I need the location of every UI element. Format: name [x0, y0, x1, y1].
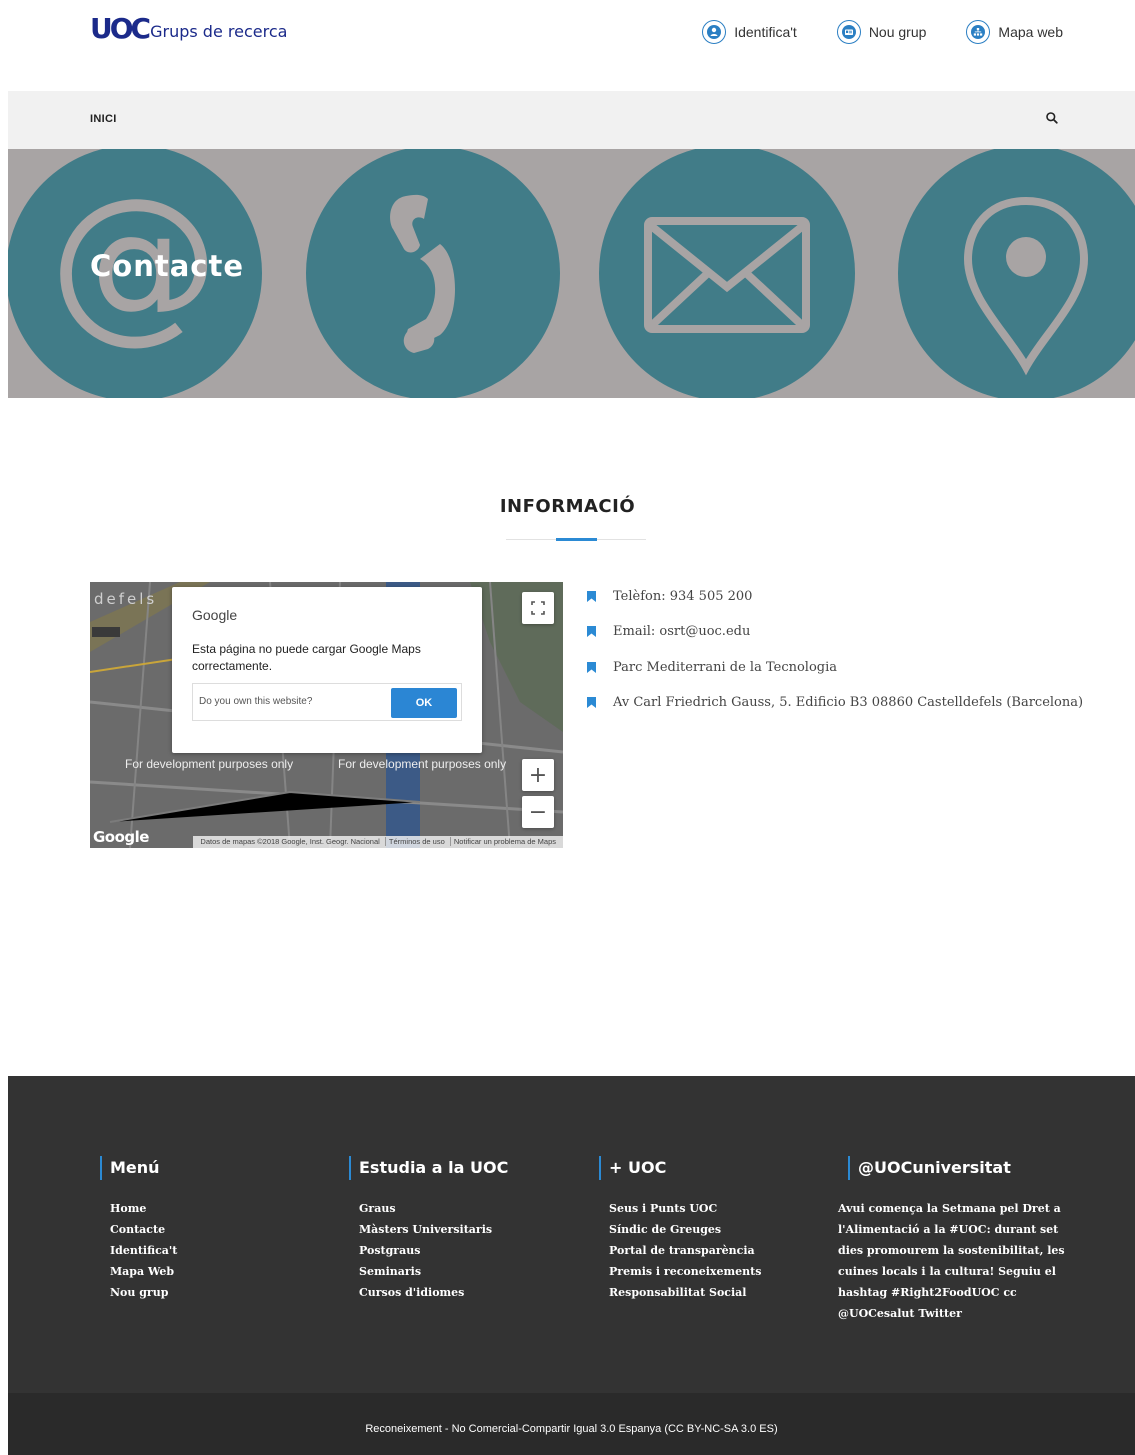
footer-link[interactable]: Graus: [359, 1198, 508, 1219]
dialog-question-box: Do you own this website? OK: [192, 683, 462, 721]
map-error-dialog: Google Esta página no puede cargar Googl…: [172, 587, 482, 753]
user-icon: [702, 20, 727, 44]
top-links: Identifica't Nou grup Mapa web: [702, 20, 1063, 44]
footer-link[interactable]: Portal de transparència: [609, 1240, 761, 1261]
identify-link[interactable]: Identifica't: [702, 20, 797, 44]
section-title: INFORMACIÓ: [499, 496, 636, 517]
location-text: Parc Mediterrani de la Tecnologia: [613, 659, 838, 675]
footer-link[interactable]: Home: [110, 1198, 177, 1219]
identify-link-label: Identifica't: [734, 24, 797, 40]
dev-notice-left: For development purposes only: [125, 757, 294, 771]
sitemap-link-label: Mapa web: [998, 24, 1063, 40]
sitemap-link[interactable]: Mapa web: [966, 20, 1063, 44]
list-item: Parc Mediterrani de la Tecnologia: [587, 657, 1083, 677]
footer-link[interactable]: Cursos d'idiomes: [359, 1282, 508, 1303]
dialog-question: Do you own this website?: [199, 696, 313, 707]
id-card-icon: [836, 20, 861, 44]
copyright-bar: Reconeixement - No Comercial-Compartir I…: [8, 1393, 1135, 1455]
map-data-credit: Datos de mapas ©2018 Google, Inst. Geogr…: [200, 837, 380, 846]
new-group-link[interactable]: Nou grup: [836, 20, 927, 44]
footer-more-title: + UOC: [599, 1156, 761, 1180]
page-title: Contacte: [90, 249, 245, 283]
tweet-text: Avui comença la Setmana pel Dret a l'Ali…: [838, 1202, 1065, 1320]
dialog-message: Esta página no puede cargar Google Maps …: [192, 642, 421, 673]
footer-menu-title: Menú: [100, 1156, 177, 1180]
footer-studies-title: Estudia a la UOC: [349, 1156, 508, 1180]
sitemap-icon: [966, 20, 991, 44]
google-logo: Google: [93, 828, 149, 846]
footer-link[interactable]: Contacte: [110, 1219, 177, 1240]
terms-link[interactable]: Términos de uso: [384, 837, 448, 846]
site-footer: Menú Home Contacte Identifica't Mapa Web…: [8, 1076, 1135, 1393]
main-nav: INICI: [8, 91, 1135, 149]
top-bar: UOC Grups de recerca Identifica't Nou gr…: [0, 0, 1135, 91]
list-item: Email: osrt@uoc.edu: [587, 622, 1083, 642]
svg-text:defels: defels: [94, 590, 157, 608]
bookmark-icon: [587, 661, 596, 673]
footer-link[interactable]: Identifica't: [110, 1240, 177, 1261]
bookmark-icon: [587, 590, 596, 602]
footer-more-uoc: + UOC Seus i Punts UOC Síndic de Greuges…: [599, 1156, 761, 1303]
site-logo[interactable]: UOC Grups de recerca: [90, 10, 287, 44]
footer-twitter: @UOCuniversitat Avui comença la Setmana …: [838, 1156, 1073, 1324]
zoom-out-button[interactable]: −: [522, 796, 554, 828]
logo-text: Grups de recerca: [150, 22, 288, 41]
logo-mark: UOC: [90, 12, 151, 45]
address-text: Av Carl Friedrich Gauss, 5. Edificio B3 …: [613, 695, 1084, 710]
dialog-brand: Google: [192, 607, 238, 623]
bookmark-icon: [587, 697, 596, 708]
hero-banner: @ Contacte: [8, 149, 1135, 398]
fullscreen-icon[interactable]: [522, 592, 554, 624]
footer-link[interactable]: Premis i reconeixements: [609, 1261, 761, 1282]
footer-link[interactable]: Nou grup: [110, 1282, 177, 1303]
list-item: Av Carl Friedrich Gauss, 5. Edificio B3 …: [587, 693, 1083, 713]
footer-link[interactable]: Seus i Punts UOC: [609, 1198, 761, 1219]
footer-link[interactable]: Mapa Web: [110, 1261, 177, 1282]
dialog-ok-button[interactable]: OK: [391, 688, 457, 718]
contact-info-list: Telèfon: 934 505 200 Email: osrt@uoc.edu…: [587, 586, 1083, 728]
map-footer: Google Datos de mapas ©2018 Google, Inst…: [90, 828, 563, 848]
bookmark-icon: [587, 626, 596, 637]
footer-menu: Menú Home Contacte Identifica't Mapa Web…: [100, 1156, 177, 1303]
nav-item-home[interactable]: INICI: [90, 113, 117, 125]
footer-link[interactable]: Responsabilitat Social: [609, 1282, 761, 1303]
search-icon[interactable]: [1045, 111, 1059, 125]
report-problem-link[interactable]: Notificar un problema de Maps: [449, 837, 559, 846]
footer-studies: Estudia a la UOC Graus Màsters Universit…: [349, 1156, 508, 1303]
email-text: Email: osrt@uoc.edu: [613, 624, 751, 639]
footer-link[interactable]: Postgraus: [359, 1240, 508, 1261]
footer-link[interactable]: Síndic de Greuges: [609, 1219, 761, 1240]
map-attribution: Datos de mapas ©2018 Google, Inst. Geogr…: [193, 836, 563, 848]
zoom-in-button[interactable]: +: [522, 759, 554, 791]
footer-link[interactable]: Seminaris: [359, 1261, 508, 1282]
section-divider-accent: [556, 538, 597, 541]
google-map[interactable]: defels For development purposes only For…: [90, 582, 563, 848]
phone-text: Telèfon: 934 505 200: [613, 588, 753, 604]
footer-link[interactable]: Màsters Universitaris: [359, 1219, 508, 1240]
envelope-icon: [599, 149, 855, 398]
list-item: Telèfon: 934 505 200: [587, 586, 1083, 606]
new-group-link-label: Nou grup: [868, 24, 927, 40]
dev-notice-right: For development purposes only: [338, 757, 507, 771]
footer-twitter-title: @UOCuniversitat: [848, 1156, 1073, 1180]
